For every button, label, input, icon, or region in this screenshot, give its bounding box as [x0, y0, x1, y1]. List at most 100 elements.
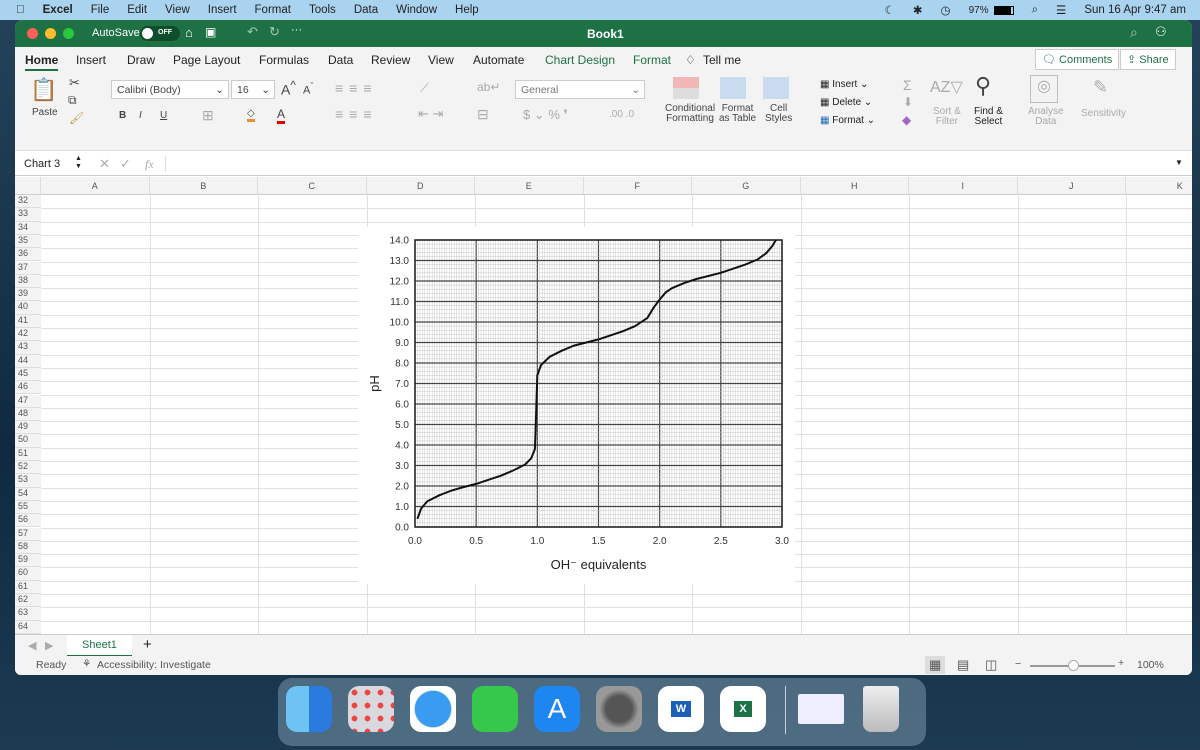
row-header-50[interactable]: 50	[15, 434, 41, 448]
decrease-font-icon[interactable]: Aˇ	[303, 81, 313, 97]
sort-filter-label[interactable]: Sort & Filter	[933, 107, 961, 127]
fx-icon[interactable]: fx	[145, 157, 154, 172]
italic-button[interactable]: I	[139, 110, 142, 121]
autosum-icon[interactable]: Σ	[903, 77, 912, 93]
bluetooth-icon[interactable]: ✱	[913, 3, 923, 17]
row-header-57[interactable]: 57	[15, 527, 41, 541]
tab-automate[interactable]: Automate	[473, 53, 524, 67]
row-header-48[interactable]: 48	[15, 407, 41, 422]
align-left-icon[interactable]: ≡≡≡	[335, 106, 378, 122]
launchpad-icon[interactable]	[348, 686, 394, 732]
row-header-53[interactable]: 53	[15, 474, 41, 488]
moon-icon[interactable]: ☾	[885, 3, 895, 17]
facetime-icon[interactable]	[472, 686, 518, 732]
tab-insert[interactable]: Insert	[76, 53, 106, 67]
menu-help[interactable]: Help	[455, 4, 479, 16]
row-header-49[interactable]: 49	[15, 421, 41, 435]
sheet-tab-sheet1[interactable]: Sheet1	[67, 635, 132, 657]
battery-icon[interactable]	[993, 5, 1014, 15]
tab-data[interactable]: Data	[328, 53, 353, 67]
insert-cells-button[interactable]: ▦ Insert ⌄	[820, 79, 868, 90]
paste-icon[interactable]: 📋	[30, 77, 57, 103]
find-select-icon[interactable]: ⚲	[975, 73, 991, 99]
column-header-C[interactable]: C	[258, 177, 367, 195]
app-store-icon[interactable]: A	[534, 686, 580, 732]
menu-tools[interactable]: Tools	[309, 4, 336, 16]
row-header-58[interactable]: 58	[15, 540, 41, 555]
save-icon[interactable]: ▣	[205, 25, 216, 39]
excel-icon[interactable]: X	[720, 686, 766, 732]
font-name-dropdown[interactable]: Calibri (Body) ⌄	[111, 80, 229, 99]
prev-sheet-icon[interactable]: ◀	[28, 639, 36, 652]
row-header-38[interactable]: 38	[15, 274, 41, 289]
share-button[interactable]: ⇪ Share	[1120, 49, 1176, 70]
zoom-level[interactable]: 100%	[1137, 659, 1164, 671]
clear-icon[interactable]: ◆	[902, 113, 911, 127]
menu-insert[interactable]: Insert	[208, 4, 237, 16]
row-header-34[interactable]: 34	[15, 221, 41, 235]
tab-draw[interactable]: Draw	[127, 53, 155, 67]
merge-icon[interactable]: ⊟	[477, 106, 489, 123]
indent-icon[interactable]: ⇤ ⇥	[418, 106, 443, 122]
zoom-in-button[interactable]: +	[1118, 657, 1124, 669]
time-machine-icon[interactable]: ◷	[941, 3, 951, 17]
finder-icon[interactable]	[286, 686, 332, 732]
row-header-54[interactable]: 54	[15, 487, 41, 501]
analyse-data-label[interactable]: Analyse Data	[1028, 107, 1064, 127]
zoom-slider-thumb[interactable]	[1068, 660, 1079, 671]
name-box-stepper-icon[interactable]: ▲ ▼	[75, 155, 82, 171]
sensitivity-label[interactable]: Sensitivity	[1081, 108, 1126, 119]
row-header-47[interactable]: 47	[15, 394, 41, 408]
safari-icon[interactable]	[410, 686, 456, 732]
column-header-A[interactable]: A	[41, 177, 150, 195]
row-header-45[interactable]: 45	[15, 367, 41, 382]
tell-me[interactable]: Tell me	[703, 53, 741, 67]
row-header-36[interactable]: 36	[15, 248, 41, 262]
column-header-J[interactable]: J	[1017, 177, 1126, 195]
zoom-slider[interactable]	[1030, 660, 1115, 671]
apple-icon[interactable]: 	[16, 4, 25, 16]
row-header-43[interactable]: 43	[15, 341, 41, 355]
system-preferences-icon[interactable]	[596, 686, 642, 732]
increase-font-icon[interactable]: A^	[281, 79, 296, 98]
column-header-G[interactable]: G	[692, 177, 801, 195]
datetime[interactable]: Sun 16 Apr 9:47 am	[1084, 4, 1186, 16]
conditional-formatting-label[interactable]: Conditional Formatting	[665, 104, 715, 124]
home-icon[interactable]: ⌂	[185, 25, 193, 40]
row-header-37[interactable]: 37	[15, 261, 41, 275]
align-top-icon[interactable]: ≡≡≡	[335, 80, 378, 96]
row-header-64[interactable]: 64	[15, 620, 41, 634]
column-header-E[interactable]: E	[475, 177, 584, 195]
borders-icon[interactable]: ⊞	[202, 107, 214, 124]
cut-icon[interactable]: ✂	[69, 75, 80, 91]
row-header-44[interactable]: 44	[15, 354, 41, 368]
row-header-35[interactable]: 35	[15, 234, 41, 249]
row-header-55[interactable]: 55	[15, 500, 41, 515]
tab-view[interactable]: View	[428, 53, 454, 67]
normal-view-icon[interactable]: ▦	[925, 656, 946, 674]
close-button[interactable]	[27, 28, 38, 39]
tab-format[interactable]: Format	[633, 53, 671, 67]
fill-icon[interactable]: ⬇	[903, 95, 913, 109]
row-header-40[interactable]: 40	[15, 301, 41, 315]
row-header-42[interactable]: 42	[15, 328, 41, 342]
row-header-41[interactable]: 41	[15, 314, 41, 328]
word-icon[interactable]: W	[658, 686, 704, 732]
sort-filter-icon[interactable]: AZ▽	[930, 77, 963, 97]
row-header-61[interactable]: 61	[15, 580, 41, 594]
row-header-59[interactable]: 59	[15, 554, 41, 568]
copy-icon[interactable]: ⧉	[68, 93, 77, 108]
accessibility-status[interactable]: Accessibility: Investigate	[97, 659, 211, 671]
decimal-icon[interactable]: .00 .0	[609, 109, 634, 120]
column-header-H[interactable]: H	[800, 177, 909, 195]
cell-styles-icon[interactable]	[763, 77, 789, 99]
trash-icon[interactable]	[863, 686, 899, 732]
accessibility-icon[interactable]: ⚘	[82, 658, 91, 670]
column-header-I[interactable]: I	[909, 177, 1018, 195]
column-header-F[interactable]: F	[583, 177, 692, 195]
autosave-toggle[interactable]: OFF	[140, 26, 180, 41]
tab-formulas[interactable]: Formulas	[259, 53, 309, 67]
menu-edit[interactable]: Edit	[127, 4, 147, 16]
currency-icon[interactable]: $ ⌄ % ❜	[523, 107, 568, 123]
enter-icon[interactable]: ✓	[120, 156, 131, 172]
